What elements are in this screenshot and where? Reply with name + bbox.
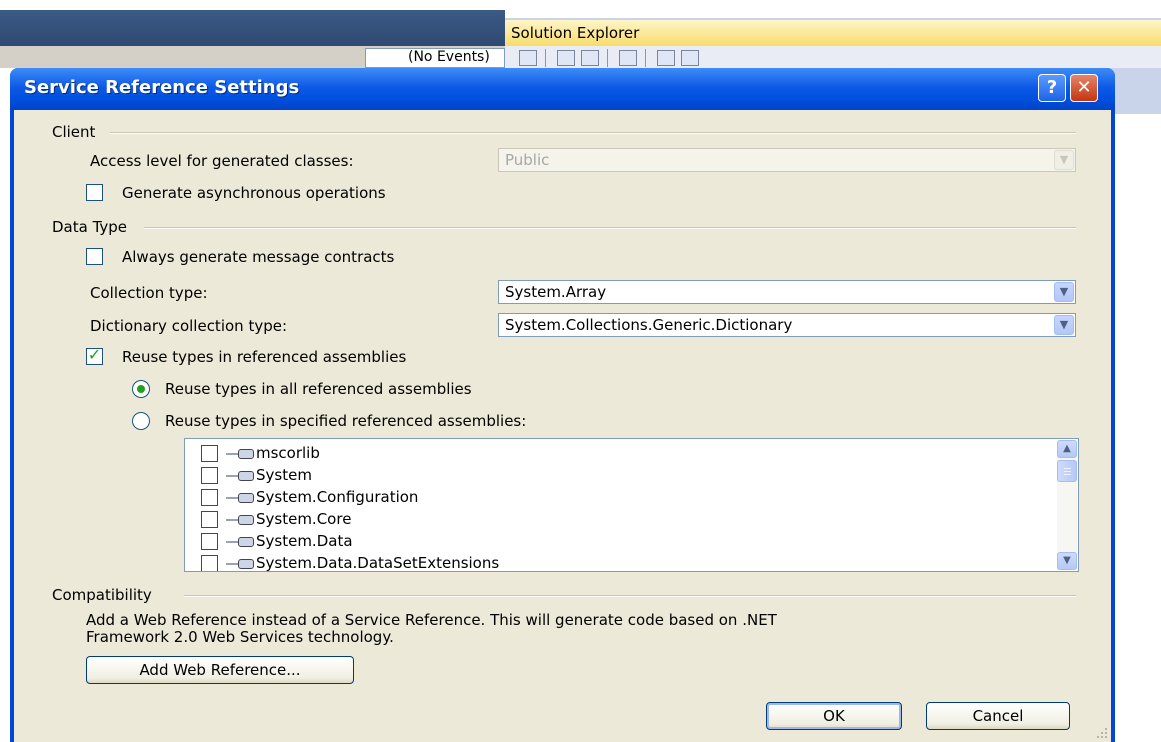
list-item[interactable]: System.Core <box>201 508 351 530</box>
cancel-button[interactable]: Cancel <box>926 702 1070 730</box>
group-divider <box>110 132 1076 134</box>
close-button[interactable]: ✕ <box>1070 74 1098 102</box>
data-type-group-label: Data Type <box>52 218 128 236</box>
solution-explorer-title: Solution Explorer <box>505 20 1161 46</box>
client-group-label: Client <box>52 123 96 141</box>
service-reference-settings-dialog: Service Reference Settings ? ✕ Client Ac… <box>10 68 1115 742</box>
reuse-types-checkbox[interactable]: ✓ <box>86 345 103 365</box>
chevron-down-icon[interactable]: ▼ <box>1054 315 1074 335</box>
list-item[interactable]: mscorlib <box>201 442 320 464</box>
assembly-checkbox[interactable] <box>201 511 218 528</box>
compatibility-group-label: Compatibility <box>52 586 152 604</box>
scroll-up-icon[interactable]: ▲ <box>1057 440 1077 458</box>
properties-icon[interactable] <box>519 50 537 66</box>
assembly-reference-icon <box>226 558 256 570</box>
assemblies-listbox[interactable]: mscorlib System System.Configuration Sys… <box>184 438 1079 572</box>
ide-background <box>0 0 1161 10</box>
assembly-reference-icon <box>226 492 256 504</box>
access-level-value: Public <box>505 151 550 169</box>
reuse-all-radio[interactable] <box>132 380 150 398</box>
help-button[interactable]: ? <box>1038 74 1066 102</box>
dialog-titlebar[interactable]: Service Reference Settings ? ✕ <box>10 68 1115 110</box>
assembly-checkbox[interactable] <box>201 467 218 484</box>
reuse-specified-label: Reuse types in specified referenced asse… <box>165 412 527 430</box>
resize-grip-icon[interactable] <box>1095 726 1109 740</box>
message-contracts-label: Always generate message contracts <box>122 248 395 266</box>
assembly-reference-icon <box>226 448 256 460</box>
scroll-down-icon[interactable]: ▼ <box>1057 552 1077 570</box>
reuse-all-label: Reuse types in all referenced assemblies <box>165 380 472 398</box>
access-level-label: Access level for generated classes: <box>90 152 354 170</box>
dialog-title: Service Reference Settings <box>24 77 300 98</box>
list-item[interactable]: System.Data <box>201 530 353 552</box>
view-code-icon[interactable] <box>657 50 675 66</box>
assembly-name: System.Core <box>256 510 352 528</box>
collection-type-label: Collection type: <box>90 284 208 302</box>
dialog-client-area: Client Access level for generated classe… <box>14 110 1111 742</box>
group-divider <box>184 595 1076 597</box>
assembly-reference-icon <box>226 514 256 526</box>
assembly-checkbox[interactable] <box>201 445 218 462</box>
assembly-name: System.Data <box>256 532 353 550</box>
assembly-reference-icon <box>226 536 256 548</box>
collection-type-value: System.Array <box>505 283 607 301</box>
assembly-reference-icon <box>226 470 256 482</box>
ide-events-combo[interactable]: (No Events) <box>365 48 505 68</box>
toolbar-separator <box>645 49 646 67</box>
list-item[interactable]: System.Data.DataSetExtensions <box>201 552 500 572</box>
ok-button[interactable]: OK <box>766 702 902 730</box>
chevron-down-icon[interactable]: ▼ <box>1054 282 1074 302</box>
show-all-files-icon[interactable] <box>581 50 599 66</box>
group-divider <box>144 227 1076 229</box>
assembly-checkbox[interactable] <box>201 533 218 550</box>
assembly-name: mscorlib <box>256 444 320 462</box>
dictionary-type-value: System.Collections.Generic.Dictionary <box>505 316 793 334</box>
assembly-checkbox[interactable] <box>201 555 218 571</box>
add-web-reference-button[interactable]: Add Web Reference... <box>86 656 354 684</box>
radio-selected-dot <box>137 385 145 393</box>
chevron-down-icon[interactable]: ▼ <box>1054 150 1074 170</box>
class-diagram-icon[interactable] <box>619 50 637 66</box>
refresh-icon[interactable] <box>557 50 575 66</box>
compatibility-description: Add a Web Reference instead of a Service… <box>86 612 1046 646</box>
assembly-name: System.Configuration <box>256 488 419 506</box>
list-item[interactable]: System <box>201 464 312 486</box>
collection-type-select[interactable]: System.Array ▼ <box>498 280 1076 304</box>
message-contracts-checkbox[interactable] <box>86 248 103 265</box>
vertical-scrollbar[interactable]: ▲ ▼ <box>1057 440 1077 570</box>
ide-toolbar <box>0 10 505 46</box>
solution-explorer-toolbar <box>505 46 1161 68</box>
async-checkbox[interactable] <box>86 184 103 201</box>
reuse-specified-radio[interactable] <box>132 412 150 430</box>
dictionary-type-label: Dictionary collection type: <box>90 317 287 335</box>
description-line: Framework 2.0 Web Services technology. <box>86 628 394 646</box>
list-item[interactable]: System.Configuration <box>201 486 418 508</box>
checkmark-icon: ✓ <box>87 345 102 364</box>
async-label: Generate asynchronous operations <box>122 184 386 202</box>
assembly-name: System.Data.DataSetExtensions <box>256 554 500 572</box>
toolbar-separator <box>607 49 608 67</box>
dictionary-type-select[interactable]: System.Collections.Generic.Dictionary ▼ <box>498 313 1076 337</box>
assembly-name: System <box>256 466 312 484</box>
access-level-select[interactable]: Public ▼ <box>498 148 1076 172</box>
description-line: Add a Web Reference instead of a Service… <box>86 611 777 629</box>
scroll-thumb[interactable] <box>1057 460 1077 482</box>
toolbar-separator <box>545 49 546 67</box>
reuse-types-label: Reuse types in referenced assemblies <box>122 348 407 366</box>
view-designer-icon[interactable] <box>681 50 699 66</box>
assembly-checkbox[interactable] <box>201 489 218 506</box>
